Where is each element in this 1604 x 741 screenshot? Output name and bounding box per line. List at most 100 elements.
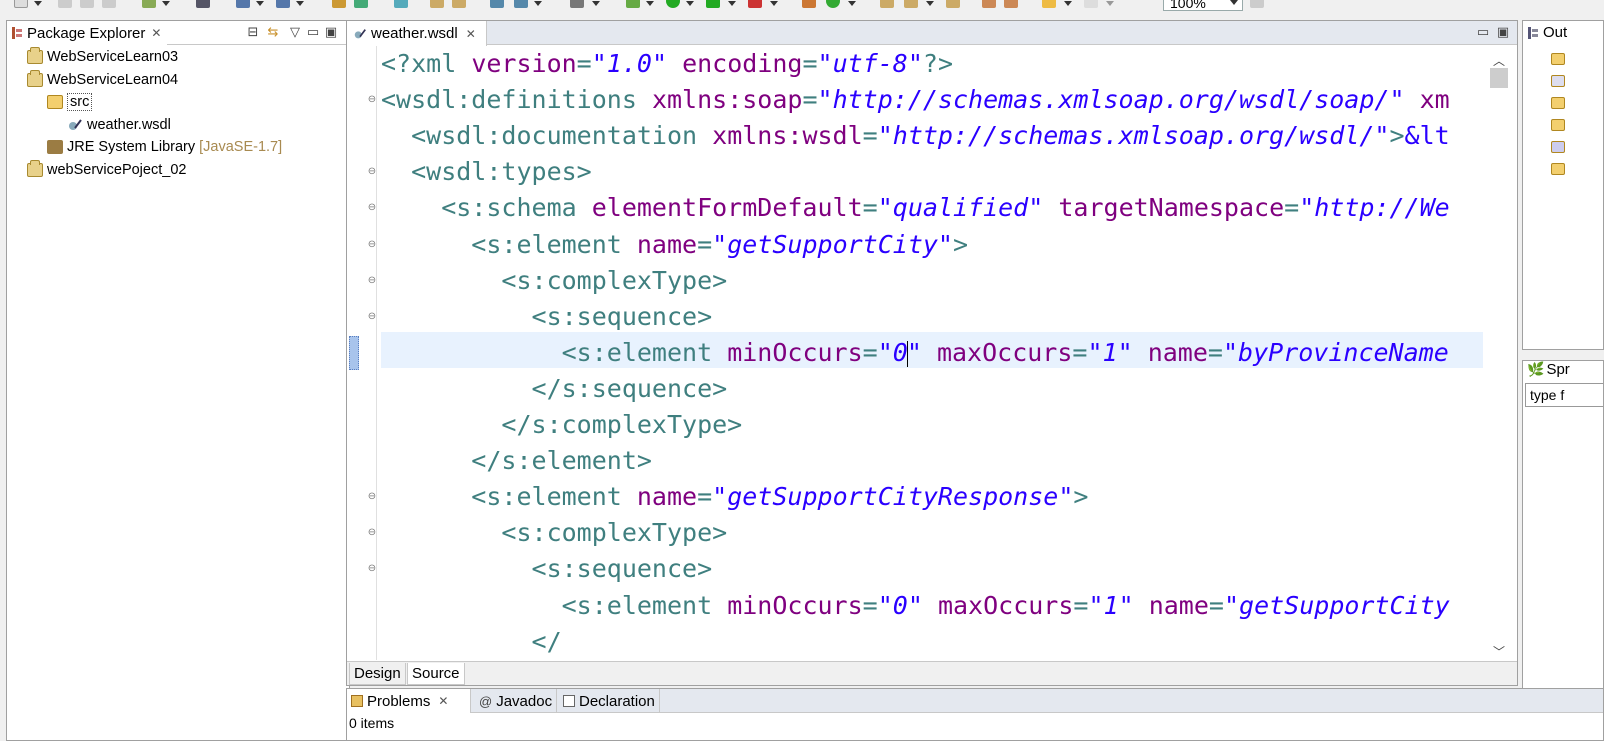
code-line[interactable]: <wsdl:documentation xmlns:wsdl="http://s… (381, 118, 1450, 154)
link-with-editor-icon[interactable]: ⇆ (265, 24, 281, 40)
fold-toggle-icon[interactable]: ⊖ (367, 167, 377, 177)
scroll-up-icon[interactable]: ︿ (1493, 52, 1505, 69)
tab-spring[interactable]: 🌿 Spr (1527, 361, 1570, 378)
refresh-dropdown-icon[interactable] (848, 1, 856, 6)
tree-item-src[interactable]: src (47, 91, 93, 113)
new-dropdown-icon[interactable] (34, 1, 42, 6)
database-icon[interactable] (514, 0, 528, 8)
run-config-dropdown-icon[interactable] (728, 1, 736, 6)
code-line[interactable]: <s:element minOccurs="0" maxOccurs="1" n… (381, 588, 1450, 624)
debug-dropdown-icon[interactable] (162, 1, 170, 6)
folder-icon[interactable] (1551, 119, 1565, 131)
server-dropdown-icon[interactable] (256, 1, 264, 6)
code-line[interactable]: </s:element> (381, 443, 652, 479)
user-icon[interactable] (1551, 141, 1565, 153)
run-icon[interactable] (666, 0, 680, 8)
minimize-icon[interactable]: ▭ (305, 24, 321, 40)
code-lines[interactable]: <?xml version="1.0" encoding="utf-8"?> <w… (381, 46, 1517, 660)
maximize-icon[interactable]: ▣ (1495, 24, 1511, 40)
code-line[interactable]: <s:element minOccurs="0" maxOccurs="1" n… (381, 335, 1449, 371)
close-icon[interactable]: ✕ (151, 26, 161, 40)
fold-toggle-icon[interactable]: ⊖ (367, 492, 377, 502)
web-service-icon[interactable] (1551, 75, 1565, 87)
save-icon[interactable] (58, 0, 72, 8)
folder-icon[interactable] (1551, 97, 1565, 109)
tab-problems[interactable]: Problems ✕ (347, 689, 471, 713)
back-dropdown-icon[interactable] (1064, 1, 1072, 6)
zoom-dropdown-icon[interactable] (1230, 0, 1238, 5)
code-line[interactable]: </s:sequence> (381, 371, 728, 407)
tab-weather-wsdl[interactable]: weather.wsdl ✕ (347, 21, 487, 46)
camera-icon[interactable] (570, 0, 584, 8)
fold-toggle-icon[interactable]: ⊖ (367, 203, 377, 213)
code-line[interactable]: <wsdl:definitions xmlns:soap="http://sch… (381, 82, 1450, 118)
print-icon[interactable] (102, 0, 116, 8)
mail-icon[interactable] (1551, 163, 1565, 175)
scroll-down-icon[interactable]: ﹀ (1493, 643, 1505, 660)
maximize-icon[interactable]: ▣ (323, 24, 339, 40)
tab-design[interactable]: Design (349, 663, 406, 685)
tab-source[interactable]: Source (407, 663, 465, 685)
save-all-icon[interactable] (80, 0, 94, 8)
run-dropdown-icon[interactable] (686, 1, 694, 6)
debug-icon[interactable] (142, 0, 156, 8)
tree-item-webservicepoject-02[interactable]: webServicePoject_02 (27, 159, 186, 181)
server-icon[interactable] (236, 0, 250, 8)
run-config-icon[interactable] (706, 0, 720, 8)
minimize-icon[interactable]: ▭ (1475, 24, 1491, 40)
publish-dropdown-icon[interactable] (296, 1, 304, 6)
spring-filter-input[interactable]: type f (1525, 383, 1603, 407)
open-folder-icon[interactable] (430, 0, 444, 8)
zoom-select[interactable]: 100% (1163, 0, 1243, 11)
external-tools-icon[interactable] (748, 0, 762, 8)
tab-package-explorer[interactable]: Package Explorer ✕ (7, 21, 168, 45)
tab-outline[interactable]: Out (1527, 24, 1567, 41)
code-line[interactable]: <s:sequence> (381, 299, 713, 335)
code-line[interactable]: <?xml version="1.0" encoding="utf-8"?> (381, 46, 953, 82)
external-tools-dropdown-icon[interactable] (770, 1, 778, 6)
debug-bug-dropdown-icon[interactable] (646, 1, 654, 6)
fold-toggle-icon[interactable]: ⊖ (367, 311, 377, 322)
scroll-thumb[interactable] (1490, 68, 1508, 88)
folder-icon[interactable] (946, 0, 960, 8)
fold-toggle-icon[interactable]: ⊖ (367, 564, 377, 574)
code-line[interactable]: <s:element name="getSupportCity"> (381, 227, 968, 263)
new-class-icon[interactable] (802, 0, 816, 8)
camera-dropdown-icon[interactable] (592, 1, 600, 6)
code-line[interactable]: <s:sequence> (381, 551, 713, 587)
collapse-all-icon[interactable]: ⊟ (245, 24, 261, 40)
code-line[interactable]: <s:complexType> (381, 515, 727, 551)
tree-item-webservicelearn03[interactable]: WebServiceLearn03 (27, 46, 178, 68)
view-menu-icon[interactable]: ▽ (287, 24, 303, 40)
source-code-area[interactable]: ⊖ ⊖ ⊖ ⊖ ⊖ ⊖ ⊖ ⊖ ⊖ <?xml version="1.0" encoding="… (347, 46, 1517, 660)
tab-javadoc[interactable]: @ Javadoc (475, 689, 558, 713)
terminal-icon[interactable] (196, 0, 210, 8)
tab-declaration[interactable]: Declaration (559, 689, 660, 713)
close-icon[interactable]: ✕ (466, 27, 476, 41)
fold-toggle-icon[interactable]: ⊖ (367, 528, 377, 538)
table-icon[interactable] (490, 0, 504, 8)
code-line[interactable]: <s:schema elementFormDefault="qualified"… (381, 190, 1450, 226)
zoom-fit-icon[interactable] (1250, 0, 1264, 8)
code-line[interactable]: <s:element name="getSupportCityResponse"… (381, 479, 1088, 515)
code-line[interactable]: <s:complexType> (381, 263, 727, 299)
search-folder-icon[interactable] (452, 0, 466, 8)
bookmark-icon[interactable] (1004, 0, 1018, 8)
database-dropdown-icon[interactable] (534, 1, 542, 6)
publish-icon[interactable] (276, 0, 290, 8)
fold-toggle-icon[interactable]: ⊖ (367, 239, 377, 250)
forward-icon[interactable] (1084, 0, 1098, 8)
close-icon[interactable]: ✕ (438, 694, 448, 708)
marker-icon[interactable] (982, 0, 996, 8)
pin-dropdown-icon[interactable] (926, 1, 934, 6)
new-icon[interactable] (14, 0, 28, 8)
tree-item-webservicelearn04[interactable]: WebServiceLearn04 (27, 69, 178, 91)
open-folder-icon[interactable] (1551, 53, 1565, 65)
fold-toggle-icon[interactable]: ⊖ (367, 275, 377, 286)
deploy-icon[interactable] (332, 0, 346, 8)
open-project-icon[interactable] (880, 0, 894, 8)
browser-icon[interactable] (394, 0, 408, 8)
tree-item-jre-system-library[interactable]: JRE System Library [JavaSE-1.7] (47, 136, 282, 158)
code-line[interactable]: </s:complexType> (381, 407, 742, 443)
fold-toggle-icon[interactable]: ⊖ (367, 95, 377, 105)
